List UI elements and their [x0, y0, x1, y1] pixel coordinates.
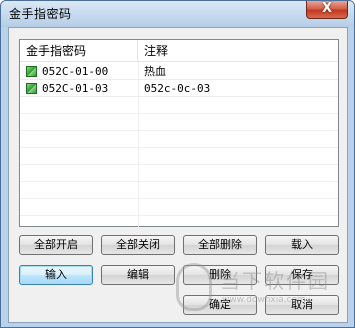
list-row[interactable]: 052C-01-03 052c-0c-03 [20, 80, 338, 97]
empty-row [20, 199, 338, 216]
delete-button[interactable]: 删除 [183, 265, 257, 285]
empty-row [20, 182, 338, 199]
save-button[interactable]: 保存 [265, 265, 339, 285]
enable-all-button[interactable]: 全部开启 [19, 235, 93, 255]
cancel-button[interactable]: 取消 [265, 295, 339, 315]
cheat-enabled-icon[interactable] [26, 66, 37, 77]
input-button[interactable]: 输入 [19, 265, 93, 285]
load-button[interactable]: 载入 [265, 235, 339, 255]
row-note: 052c-0c-03 [144, 82, 211, 95]
close-button[interactable]: X [306, 1, 348, 19]
list-row[interactable]: 052C-01-00 热血 [20, 63, 338, 80]
window-title: 金手指密码 [9, 7, 72, 21]
title-bar[interactable]: 金手指密码 X [1, 1, 354, 27]
list-header: 金手指密码 注释 [20, 40, 338, 62]
empty-row [20, 148, 338, 165]
column-header-code[interactable]: 金手指密码 [20, 40, 138, 62]
empty-row [20, 114, 338, 131]
row-code: 052C-01-03 [42, 82, 109, 95]
edit-button[interactable]: 编辑 [101, 265, 175, 285]
disable-all-button[interactable]: 全部关闭 [101, 235, 175, 255]
row-note: 热血 [144, 65, 166, 78]
row-code: 052C-01-00 [42, 65, 109, 78]
cheat-code-list[interactable]: 金手指密码 注释 052C-01-00 热血 052C-01-03 052c-0… [19, 39, 339, 227]
dialog-body: 金手指密码 注释 052C-01-00 热血 052C-01-03 052c-0… [8, 27, 348, 323]
empty-row [20, 97, 338, 114]
ok-button[interactable]: 确定 [183, 295, 257, 315]
list-rows: 052C-01-00 热血 052C-01-03 052c-0c-03 [20, 63, 338, 216]
cheat-enabled-icon[interactable] [26, 83, 37, 94]
empty-row [20, 131, 338, 148]
column-header-note[interactable]: 注释 [138, 40, 338, 62]
cheat-code-dialog: 金手指密码 X 金手指密码 注释 052C-01-00 热血 052C-01-0… [0, 0, 355, 328]
empty-row [20, 165, 338, 182]
delete-all-button[interactable]: 全部删除 [183, 235, 257, 255]
